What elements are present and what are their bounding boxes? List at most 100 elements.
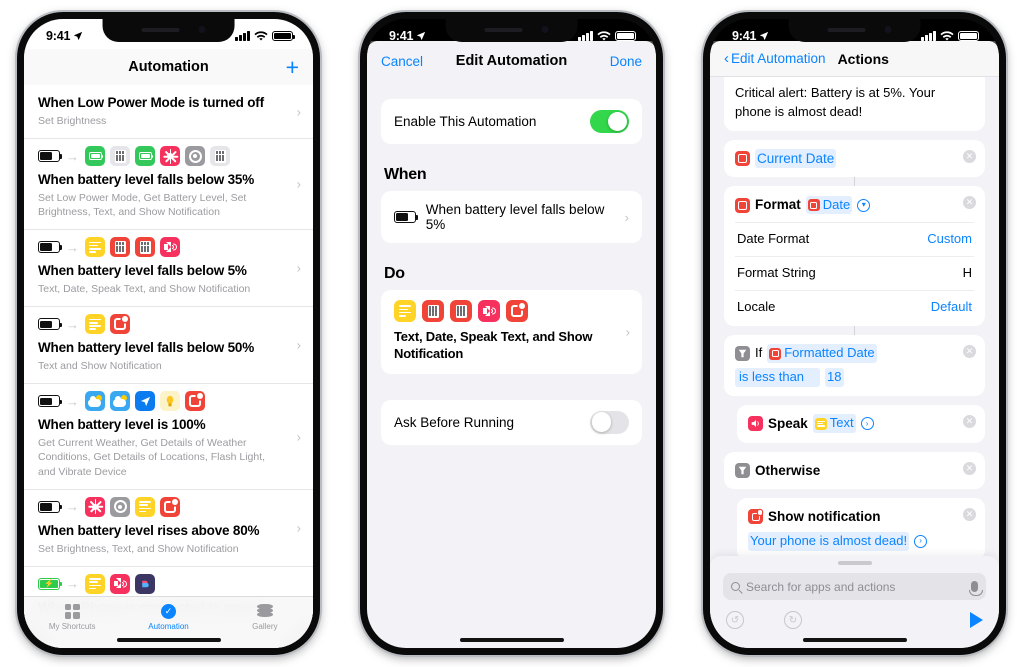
list-item[interactable]: › → When battery level rises above 80% S… (24, 490, 313, 567)
battery-trigger-icon (394, 211, 418, 223)
cancel-button[interactable]: Cancel (381, 54, 423, 69)
done-button[interactable]: Done (610, 54, 642, 69)
status-time: 9:41 (46, 29, 71, 43)
formatted-date-token[interactable]: Formatted Date (767, 344, 877, 364)
status-time: 9:41 (389, 29, 414, 43)
automation-title: When battery level falls below 5% (38, 263, 247, 279)
date-token-label: Date (822, 196, 851, 212)
action-card-speak[interactable]: ✕ Speak Text › (737, 405, 985, 443)
ask-before-running-row[interactable]: Ask Before Running (381, 400, 642, 445)
chevron-right-icon: › (296, 260, 301, 276)
action-card-format-date[interactable]: ✕ Format Date ▾ Date Format Custom Forma… (724, 186, 985, 327)
mic-icon[interactable] (968, 581, 983, 596)
date-red-icon (735, 197, 750, 213)
redo-icon[interactable]: ↻ (784, 611, 802, 629)
undo-icon[interactable]: ↺ (726, 611, 744, 629)
layers-icon (256, 603, 274, 619)
list-item[interactable]: › → When battery level falls below 50% T… (24, 307, 313, 385)
automation-check-icon: ✓ (159, 603, 177, 619)
chevron-right-icon: › (625, 324, 630, 340)
automation-list-scroll[interactable]: › When Low Power Mode is turned off Set … (24, 85, 313, 648)
action-card-otherwise[interactable]: ✕ Otherwise (724, 451, 985, 490)
text-icon (135, 496, 155, 517)
date-red-icon (769, 347, 782, 360)
do-section-header: Do (384, 265, 405, 282)
automation-subtitle: Get Current Weather, Get Details of Weat… (38, 437, 266, 478)
remove-action-button[interactable]: ✕ (963, 508, 976, 522)
param-value[interactable]: Custom (927, 230, 972, 249)
list-item[interactable]: › → When battery level is 100% Get Curre… (24, 384, 313, 490)
param-value[interactable]: Default (931, 298, 972, 317)
param-format-string[interactable]: Format String H (735, 255, 974, 290)
enable-automation-toggle[interactable] (590, 110, 629, 133)
date-icon (135, 237, 155, 258)
phone-2-edit-automation: 9:41 Cancel Edit Automation Done Enable … (360, 12, 663, 655)
list-item[interactable]: › → When battery level falls below 5% Te… (24, 230, 313, 308)
text-action-value: Critical alert: Battery is at 5%. Your p… (735, 85, 936, 119)
home-indicator (459, 638, 564, 642)
date-red-icon (735, 150, 750, 166)
speak-text-token[interactable]: Text (812, 414, 856, 434)
action-icon-strip: → (38, 146, 299, 167)
cellular-signal-icon (235, 31, 250, 41)
remove-action-button[interactable]: ✕ (963, 345, 976, 359)
search-icon (731, 582, 740, 591)
action-card-current-date[interactable]: ✕ Current Date (724, 139, 985, 178)
enable-automation-row[interactable]: Enable This Automation (381, 99, 642, 144)
param-locale[interactable]: Locale Default (735, 289, 974, 324)
when-trigger-row[interactable]: When battery level falls below 5% › (381, 191, 642, 243)
speak-label: Speak (768, 416, 808, 432)
actions-sheet: ‹ Edit Automation Actions Critical alert:… (710, 41, 999, 648)
notification-icon (185, 391, 205, 412)
disclosure-chevron-icon[interactable]: › (860, 417, 874, 431)
current-date-token[interactable]: Current Date (755, 148, 837, 169)
actions-scroll[interactable]: Critical alert: Battery is at 5%. Your p… (710, 77, 999, 607)
ask-before-running-toggle[interactable] (590, 410, 629, 434)
play-icon[interactable] (970, 612, 983, 628)
date-variable-token[interactable]: Date (805, 195, 853, 215)
chevron-left-icon: ‹ (724, 50, 729, 67)
do-actions-row[interactable]: › Text, Date, Speak Text, and Show Notif… (381, 290, 642, 374)
list-item[interactable]: › → When battery level falls below 35% S… (24, 139, 313, 231)
param-value[interactable]: H (963, 264, 972, 283)
location-arrow-icon (760, 31, 769, 41)
disclosure-chevron-icon[interactable]: › (914, 534, 928, 548)
search-input[interactable]: Search for apps and actions (723, 573, 986, 600)
charging-trigger-icon: ⚡ (38, 577, 62, 590)
screenshot-stage: 9:41 Automation + › When Low Power Mode … (0, 0, 1024, 667)
text-icon (394, 300, 416, 322)
format-action-label: Format (755, 197, 801, 213)
action-icon-strip: → (38, 237, 299, 258)
if-value-token[interactable]: 18 (825, 368, 844, 388)
arrow-icon: → (66, 576, 79, 592)
param-date-format[interactable]: Date Format Custom (735, 221, 974, 256)
low-power-mode-icon (135, 146, 155, 167)
do-actions-title: Text, Date, Speak Text, and Show Notific… (394, 329, 593, 361)
remove-action-button[interactable]: ✕ (963, 149, 976, 163)
speak-text-icon (160, 237, 180, 258)
tab-my-shortcuts[interactable]: My Shortcuts (24, 603, 120, 631)
notch (445, 19, 578, 42)
remove-action-button[interactable]: ✕ (963, 461, 976, 475)
wifi-icon (597, 30, 611, 41)
list-item[interactable]: › When Low Power Mode is turned off Set … (24, 85, 313, 140)
tab-gallery[interactable]: Gallery (217, 603, 313, 631)
phone1-navbar: Automation + (24, 49, 313, 85)
notification-text-token[interactable]: Your phone is almost dead! (748, 531, 910, 551)
action-card-show-notification[interactable]: ✕ Show notification Your phone is almost… (737, 498, 985, 560)
text-action-card[interactable]: Critical alert: Battery is at 5%. Your p… (724, 77, 985, 131)
sheet-grabber[interactable] (837, 561, 872, 565)
if-condition-token[interactable]: is less than (735, 368, 821, 388)
calculator-icon (210, 146, 230, 167)
action-card-if[interactable]: ✕ If Formatted Date is less than 18 (724, 335, 985, 397)
chevron-right-icon: › (296, 176, 301, 192)
remove-action-button[interactable]: ✕ (963, 415, 976, 429)
status-time: 9:41 (732, 29, 757, 43)
back-button[interactable]: ‹ Edit Automation (724, 50, 826, 67)
add-automation-button[interactable]: + (286, 55, 299, 79)
tab-automation[interactable]: ✓ Automation (120, 603, 216, 631)
disclosure-chevron-icon[interactable]: ▾ (857, 198, 871, 212)
remove-action-button[interactable]: ✕ (963, 196, 976, 210)
enable-automation-group: Enable This Automation (381, 99, 642, 144)
automation-subtitle: Text, Date, Speak Text, and Show Notific… (38, 283, 251, 296)
